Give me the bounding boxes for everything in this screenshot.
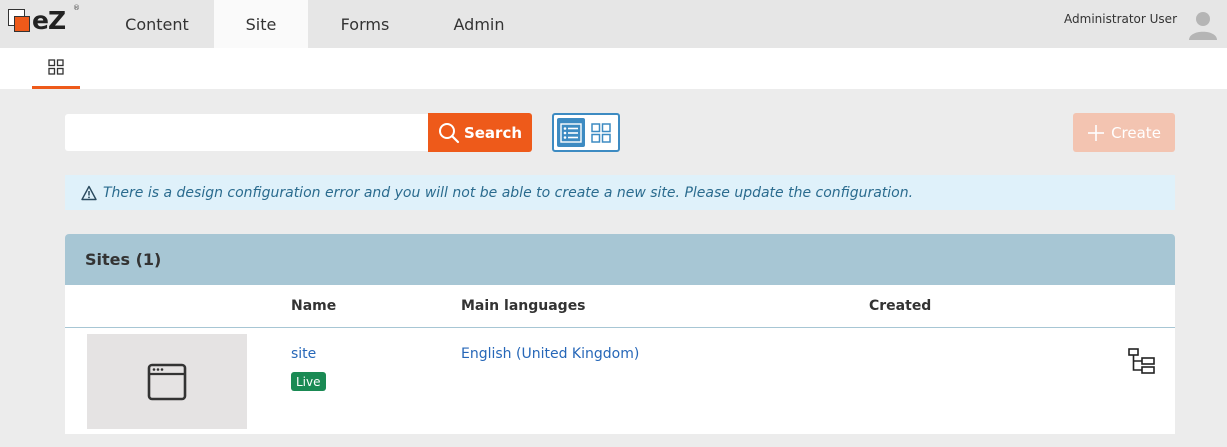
ez-logo[interactable]: eZ ®	[6, 4, 80, 39]
site-language-link[interactable]: English (United Kingdom)	[461, 346, 639, 362]
view-toggle	[552, 113, 620, 152]
user-avatar-icon[interactable]	[1187, 8, 1219, 40]
column-header-created[interactable]: Created	[869, 298, 931, 314]
create-button-label: Create	[1111, 123, 1161, 142]
site-name-link[interactable]: site	[291, 346, 316, 362]
search-button-label: Search	[463, 123, 523, 142]
main-nav: Content Site Forms Admin	[100, 0, 536, 48]
user-name[interactable]: Administrator User	[1064, 12, 1177, 26]
search-input[interactable]	[65, 114, 428, 151]
sub-nav-bar	[0, 48, 1227, 89]
column-header-main-languages[interactable]: Main languages	[461, 298, 586, 314]
table-header: Name Main languages Created	[65, 285, 1175, 328]
alert-message: There is a design configuration error an…	[103, 184, 914, 201]
warning-icon	[81, 185, 97, 200]
grid-view-button[interactable]	[588, 118, 616, 147]
logo-registered-mark: ®	[73, 4, 80, 12]
site-thumbnail[interactable]	[87, 334, 247, 429]
tree-icon[interactable]	[1128, 348, 1156, 374]
status-badge: Live	[291, 372, 326, 391]
list-view-icon	[560, 122, 582, 143]
browser-window-icon	[147, 363, 187, 400]
nav-tab-content[interactable]: Content	[100, 0, 214, 48]
column-header-name[interactable]: Name	[291, 298, 336, 314]
create-button[interactable]: Create	[1073, 113, 1175, 152]
nav-tab-forms[interactable]: Forms	[308, 0, 422, 48]
sites-panel-title: Sites (1)	[65, 234, 1175, 285]
nav-tab-site[interactable]: Site	[214, 0, 308, 48]
grid-icon	[48, 59, 64, 75]
logo-text: eZ	[32, 6, 66, 35]
search-icon	[438, 122, 460, 143]
list-view-button[interactable]	[557, 118, 585, 147]
config-error-alert: There is a design configuration error an…	[65, 175, 1175, 210]
search-button[interactable]: Search	[428, 113, 532, 152]
table-row: site Live English (United Kingdom)	[65, 328, 1175, 434]
plus-icon	[1088, 124, 1105, 141]
subnav-tab-grid[interactable]	[32, 48, 80, 89]
nav-tab-admin[interactable]: Admin	[422, 0, 536, 48]
top-bar: eZ ® Content Site Forms Admin Administra…	[0, 0, 1227, 48]
grid-view-icon	[591, 122, 611, 143]
logo-box-fill	[14, 16, 30, 32]
